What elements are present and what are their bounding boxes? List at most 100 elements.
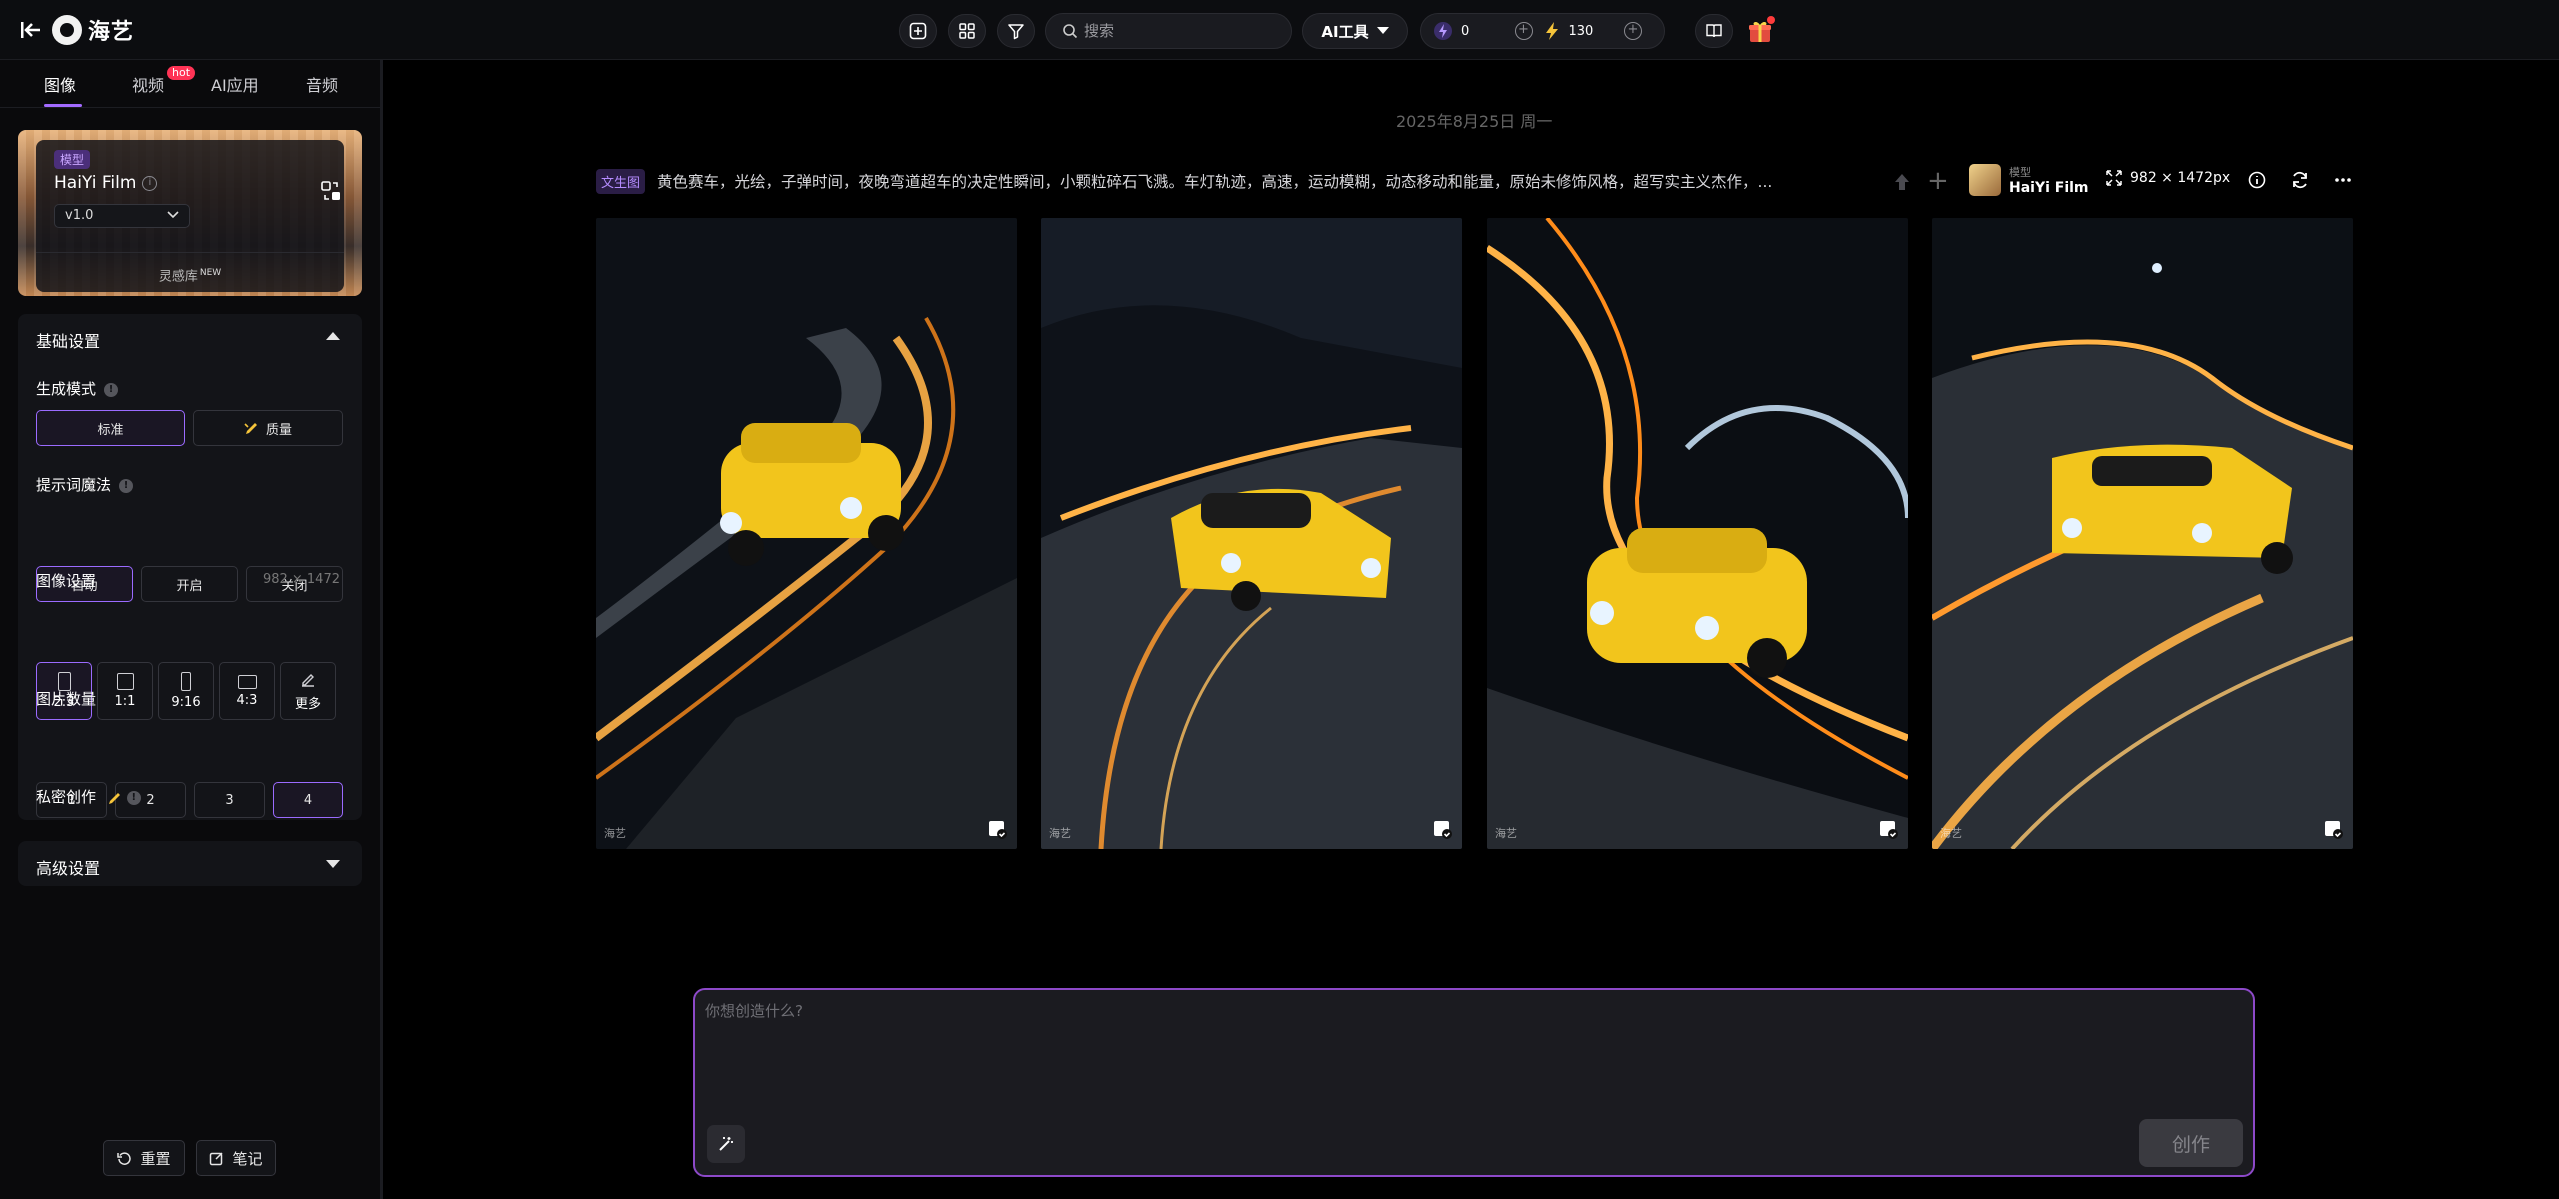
gift-button[interactable] (1743, 14, 1777, 48)
gen-mode-quality[interactable]: 质量 (193, 410, 343, 446)
download-icon[interactable] (1878, 819, 1900, 841)
resolution-text: 982 × 1472px (2130, 170, 2231, 186)
download-icon[interactable] (1432, 819, 1454, 841)
reset-button[interactable]: 重置 (103, 1140, 185, 1176)
help-icon[interactable]: ! (119, 478, 134, 493)
ratio-4-3[interactable]: 4:3 (219, 662, 275, 720)
image-2[interactable]: 海艺 (1041, 218, 1462, 849)
grid-icon (959, 23, 975, 39)
reuse-prompt-icon[interactable] (1893, 172, 1911, 192)
count-3[interactable]: 3 (194, 782, 265, 818)
chevron-down-icon (167, 211, 179, 219)
advanced-settings-title: 高级设置 (36, 859, 101, 878)
image-size-readout: 982 × 1472 (262, 572, 340, 587)
magic-wand-button[interactable] (707, 1125, 745, 1163)
help-icon[interactable]: ! (104, 382, 119, 397)
image-3[interactable]: 海艺 (1487, 218, 1908, 849)
model-name-text: HaiYi Film (54, 173, 137, 193)
pro-pen-icon (244, 423, 257, 434)
prompt-magic-on-label: 开启 (176, 578, 203, 594)
gen-mode-standard-label: 标准 (97, 422, 124, 438)
download-icon[interactable] (987, 819, 1009, 841)
private-label-text: 私密创作 (36, 788, 97, 806)
prompt-text[interactable]: 黄色赛车，光绘，子弹时间，夜晚弯道超车的决定性瞬间，小颗粒碎石飞溅。车灯轨迹，高… (657, 170, 1867, 192)
back-icon[interactable] (20, 18, 42, 42)
search-box[interactable] (1045, 13, 1292, 49)
tab-audio[interactable]: 音频 (306, 72, 338, 96)
gen-mode-standard[interactable]: 标准 (36, 410, 185, 446)
download-icon[interactable] (2323, 819, 2345, 841)
tab-ai-apps[interactable]: AI应用 (211, 72, 259, 96)
notes-button[interactable]: 笔记 (196, 1140, 276, 1176)
model-tag: 模型 (54, 150, 91, 169)
filter-icon (1008, 24, 1024, 40)
sidebar: 图像 视频 hot AI应用 音频 模型 HaiYi Film i v1.0 灵感… (0, 60, 383, 1199)
logo-icon (52, 15, 82, 45)
switch-model-icon[interactable] (320, 180, 342, 202)
tab-image[interactable]: 图像 (44, 72, 76, 96)
help-icon[interactable]: ! (126, 790, 141, 805)
model-info[interactable]: 模型 HaiYi Film (1969, 164, 2089, 196)
ratio-1-1[interactable]: 1:1 (97, 662, 153, 720)
ai-tools-dropdown[interactable]: AI工具 (1302, 13, 1408, 49)
model-thumbnail (1969, 164, 2001, 196)
ratio-more[interactable]: 更多 (280, 662, 336, 720)
info-icon[interactable]: i (142, 175, 158, 191)
search-icon (1063, 24, 1078, 39)
ratio-9-16[interactable]: 9:16 (158, 662, 214, 720)
regenerate-icon[interactable] (2290, 170, 2310, 190)
image-1[interactable]: 海艺 (596, 218, 1017, 849)
image-2-content (1041, 218, 1462, 849)
filter-button[interactable] (997, 14, 1035, 48)
prompt-magic-on[interactable]: 开启 (141, 566, 238, 602)
prompt-composer: 创作 (693, 988, 2255, 1177)
search-input[interactable] (1084, 22, 1284, 40)
ratio-4-3-label: 4:3 (236, 692, 258, 708)
advanced-settings-panel[interactable]: 高级设置 (18, 841, 362, 886)
version-value: v1.0 (65, 208, 94, 223)
model-info-panel: 模型 HaiYi Film i v1.0 灵感库 NEW (36, 140, 344, 292)
new-badge: NEW (199, 268, 222, 278)
count-4[interactable]: 4 (273, 782, 343, 818)
magic-wand-icon (719, 1137, 733, 1151)
add-lightning-icon[interactable]: + (1624, 22, 1642, 40)
inspiration-library[interactable]: 灵感库 NEW (36, 252, 344, 292)
version-select[interactable]: v1.0 (54, 204, 190, 228)
info-icon[interactable] (2247, 170, 2267, 190)
model-label: 模型 (2009, 166, 2031, 179)
expand-icon[interactable] (2106, 170, 2122, 186)
image-4-content (1932, 218, 2353, 849)
add-button[interactable] (899, 14, 937, 48)
create-button[interactable]: 创作 (2139, 1119, 2243, 1167)
gen-mode-label-text: 生成模式 (36, 380, 97, 398)
more-icon[interactable] (2333, 170, 2353, 190)
ratio-1-1-label: 1:1 (114, 694, 136, 709)
landscape-ratio-icon (237, 674, 257, 689)
image-4[interactable]: 海艺 (1932, 218, 2353, 849)
inspiration-label: 灵感库 (158, 269, 198, 285)
collapse-icon[interactable] (326, 332, 340, 340)
image-count-label: 图片数量 (36, 690, 97, 708)
hot-badge: hot (167, 66, 196, 80)
grid-button[interactable] (948, 14, 986, 48)
logo[interactable]: 海艺 (52, 14, 134, 46)
image-3-content (1487, 218, 1908, 849)
guide-button[interactable] (1695, 14, 1733, 48)
edit-note-icon (210, 1151, 224, 1165)
model-name-mini: HaiYi Film (2009, 180, 2089, 196)
prompt-magic-label: 提示词魔法! (36, 474, 134, 495)
watermark: 海艺 (1049, 827, 1071, 840)
prompt-input[interactable] (705, 1000, 2235, 1100)
reset-icon (117, 1151, 132, 1165)
add-energy-icon[interactable]: + (1514, 22, 1533, 40)
square-ratio-icon (116, 673, 134, 690)
model-card[interactable]: 模型 HaiYi Film i v1.0 灵感库 NEW (18, 130, 362, 296)
tab-video[interactable]: 视频 (132, 72, 164, 96)
basic-settings-title[interactable]: 基础设置 (36, 328, 100, 352)
add-icon[interactable]: + (1927, 168, 1949, 194)
expand-icon[interactable] (326, 860, 340, 868)
energy-icon (1434, 22, 1452, 40)
private-label: 私密创作 ! (36, 786, 141, 807)
lightning-count: 130 (1568, 23, 1594, 39)
count-2-label: 2 (146, 792, 155, 808)
